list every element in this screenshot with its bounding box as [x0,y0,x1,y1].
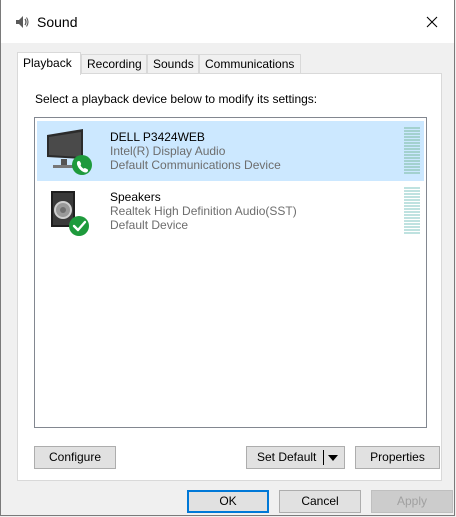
tab-communications[interactable]: Communications [199,54,301,73]
speaker-icon [51,191,89,236]
properties-button[interactable]: Properties [355,446,440,469]
phone-badge-icon [72,155,92,175]
device-row-dell[interactable]: DELL P3424WEB Intel(R) Display Audio Def… [37,121,424,181]
chevron-down-icon[interactable] [328,455,338,461]
ok-button[interactable]: OK [187,490,269,513]
device-driver: Realtek High Definition Audio(SST) [110,204,297,218]
device-list[interactable]: DELL P3424WEB Intel(R) Display Audio Def… [34,117,427,428]
configure-button[interactable]: Configure [34,446,116,469]
tab-sounds[interactable]: Sounds [147,54,199,73]
volume-meter [404,187,420,235]
check-badge-icon [69,216,89,236]
device-status: Default Communications Device [110,158,281,172]
device-status: Default Device [110,218,189,232]
title-bar: Sound [1,0,454,43]
apply-button: Apply [371,490,453,513]
monitor-icon [47,129,92,175]
split-separator [323,450,324,465]
device-name: Speakers [110,190,161,204]
window-title: Sound [37,14,78,30]
tab-recording[interactable]: Recording [81,54,147,73]
playback-panel: Select a playback device below to modify… [17,73,442,481]
set-default-label: Set Default [257,450,317,464]
speaker-title-icon [16,16,29,28]
instruction-text: Select a playback device below to modify… [35,92,318,106]
close-icon [426,16,438,27]
cancel-button[interactable]: Cancel [279,490,361,513]
set-default-split-button[interactable]: Set Default [246,446,345,469]
device-driver: Intel(R) Display Audio [110,144,226,158]
close-button[interactable] [410,0,454,43]
tab-playback[interactable]: Playback [17,52,81,75]
device-row-speakers[interactable]: Speakers Realtek High Definition Audio(S… [37,181,424,241]
sound-dialog: Sound Playback Recording Sounds Communic… [0,0,455,516]
device-name: DELL P3424WEB [110,130,205,144]
volume-meter [404,127,420,175]
